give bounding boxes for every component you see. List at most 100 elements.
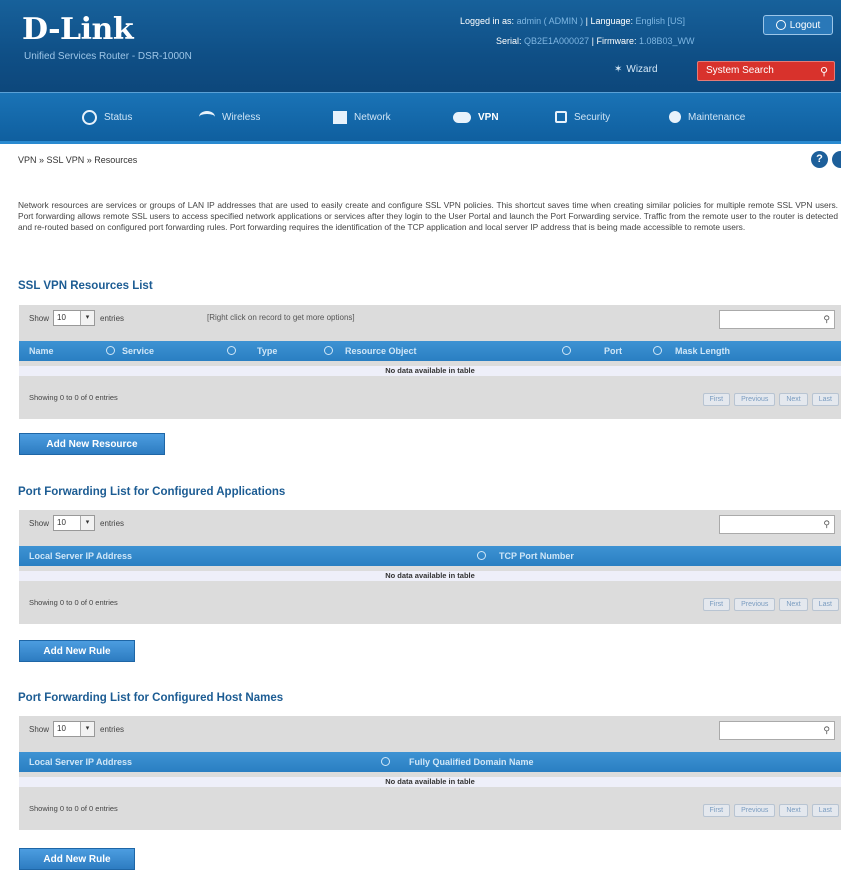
sort-icon[interactable] — [324, 346, 333, 355]
wifi-icon — [199, 111, 215, 123]
first-button[interactable]: First — [702, 804, 731, 817]
wand-icon: ✶ — [614, 64, 623, 75]
add-new-rule-button[interactable]: Add New Rule — [19, 640, 135, 662]
wizard-link[interactable]: ✶ Wizard — [614, 64, 658, 75]
system-search-label: System Search — [706, 65, 774, 76]
showing-info: Showing 0 to 0 of 0 entries — [29, 598, 118, 607]
entries-value: 10 — [57, 518, 66, 527]
col-tcp-port[interactable]: TCP Port Number — [499, 551, 574, 561]
table-search-input[interactable]: ⚲ — [719, 515, 835, 534]
table-search-input[interactable]: ⚲ — [719, 721, 835, 740]
logout-button[interactable]: Logout — [763, 15, 833, 35]
sort-icon[interactable] — [227, 346, 236, 355]
language-link[interactable]: English [US] — [636, 16, 686, 26]
apps-length-row: Show 10 ▾ entries ⚲ — [19, 510, 841, 538]
col-service[interactable]: Service — [122, 346, 154, 356]
last-button[interactable]: Last — [811, 804, 839, 817]
empty-table-row: No data available in table — [19, 777, 841, 787]
previous-button[interactable]: Previous — [734, 393, 776, 406]
main-nav: Status Wireless Network VPN Security Mai… — [0, 92, 841, 144]
nav-network[interactable]: Network — [333, 93, 391, 141]
col-type[interactable]: Type — [257, 346, 277, 356]
sort-icon[interactable] — [653, 346, 662, 355]
col-name[interactable]: Name — [29, 346, 54, 356]
nav-security[interactable]: Security — [555, 93, 610, 141]
logout-label: Logout — [789, 19, 821, 31]
header: D-Link Unified Services Router - DSR-100… — [0, 0, 841, 92]
right-click-hint: [Right click on record to get more optio… — [207, 313, 355, 322]
entries-value: 10 — [57, 724, 66, 733]
nav-vpn[interactable]: VPN — [453, 93, 499, 141]
serial-value: QB2E1A000027 — [524, 36, 590, 46]
search-icon: ⚲ — [823, 725, 830, 735]
col-port[interactable]: Port — [604, 346, 622, 356]
last-button[interactable]: Last — [811, 393, 839, 406]
resources-panel: Show 10 ▾ entries [Right click on record … — [19, 305, 841, 419]
pagination: First Previous Next Last — [702, 804, 839, 817]
nav-status[interactable]: Status — [82, 93, 132, 141]
nav-wireless[interactable]: Wireless — [199, 93, 260, 141]
col-local-server-ip[interactable]: Local Server IP Address — [29, 757, 132, 767]
nav-wireless-label: Wireless — [222, 111, 261, 123]
resources-length-row: Show 10 ▾ entries [Right click on record … — [19, 305, 841, 333]
empty-table-row: No data available in table — [19, 366, 841, 376]
col-fqdn[interactable]: Fully Qualified Domain Name — [409, 757, 534, 767]
logged-in-label: Logged in as: — [460, 16, 515, 26]
previous-button[interactable]: Previous — [734, 598, 776, 611]
apps-panel: Show 10 ▾ entries ⚲ Local Server IP Addre… — [19, 510, 841, 624]
network-icon — [333, 110, 347, 124]
pagination: First Previous Next Last — [702, 598, 839, 611]
add-new-rule-button[interactable]: Add New Rule — [19, 848, 135, 870]
hosts-length-row: Show 10 ▾ entries ⚲ — [19, 716, 841, 744]
search-icon[interactable]: ⚲ — [820, 65, 828, 78]
apps-table-header: Local Server IP Address TCP Port Number — [19, 546, 841, 566]
device-info: Serial: QB2E1A000027 | Firmware: 1.08B03… — [496, 36, 695, 46]
firmware-value: 1.08B03_WW — [638, 36, 695, 46]
showing-info: Showing 0 to 0 of 0 entries — [29, 393, 118, 402]
chevron-down-icon: ▾ — [80, 722, 94, 736]
sort-icon[interactable] — [562, 346, 571, 355]
dlink-logo: D-Link — [22, 12, 134, 47]
next-button[interactable]: Next — [779, 804, 808, 817]
next-button[interactable]: Next — [779, 598, 808, 611]
table-search-input[interactable]: ⚲ — [719, 310, 835, 329]
sort-icon[interactable] — [381, 757, 390, 766]
show-label: Show — [29, 519, 50, 528]
nav-status-label: Status — [104, 111, 133, 123]
breadcrumb: VPN » SSL VPN » Resources — [18, 155, 138, 165]
resources-table-header: Name Service Type Resource Object Port M… — [19, 341, 841, 361]
model-label: Unified Services Router - DSR-1000N — [24, 51, 192, 62]
system-search-input[interactable]: System Search ⚲ — [697, 61, 835, 81]
entries-select[interactable]: 10 ▾ — [53, 721, 95, 737]
entries-select[interactable]: 10 ▾ — [53, 310, 95, 326]
language-label: Language: — [590, 16, 633, 26]
sort-icon[interactable] — [106, 346, 115, 355]
show-label: Show — [29, 314, 50, 323]
info-icon[interactable] — [832, 151, 841, 168]
pagination: First Previous Next Last — [702, 393, 839, 406]
entries-value: 10 — [57, 313, 66, 322]
first-button[interactable]: First — [702, 393, 731, 406]
col-local-server-ip[interactable]: Local Server IP Address — [29, 551, 132, 561]
apps-title: Port Forwarding List for Configured Appl… — [18, 486, 286, 498]
nav-maintenance[interactable]: Maintenance — [669, 93, 745, 141]
show-label: Show — [29, 725, 50, 734]
logged-in-value: admin ( ADMIN ) — [516, 16, 584, 26]
last-button[interactable]: Last — [811, 598, 839, 611]
hosts-table-header: Local Server IP Address Fully Qualified … — [19, 752, 841, 772]
sort-icon[interactable] — [477, 551, 486, 560]
previous-button[interactable]: Previous — [734, 804, 776, 817]
col-resource-object[interactable]: Resource Object — [345, 346, 417, 356]
firmware-label: Firmware: — [596, 36, 637, 46]
help-icon[interactable]: ? — [811, 151, 828, 168]
page-description: Network resources are services or groups… — [18, 200, 838, 232]
gauge-icon — [82, 109, 97, 125]
add-new-resource-button[interactable]: Add New Resource — [19, 433, 165, 455]
entries-select[interactable]: 10 ▾ — [53, 515, 95, 531]
chevron-down-icon: ▾ — [80, 516, 94, 530]
col-mask-length[interactable]: Mask Length — [675, 346, 730, 356]
first-button[interactable]: First — [702, 598, 731, 611]
gear-icon — [669, 111, 681, 123]
login-info: Logged in as: admin ( ADMIN ) | Language… — [460, 16, 686, 26]
next-button[interactable]: Next — [779, 393, 808, 406]
